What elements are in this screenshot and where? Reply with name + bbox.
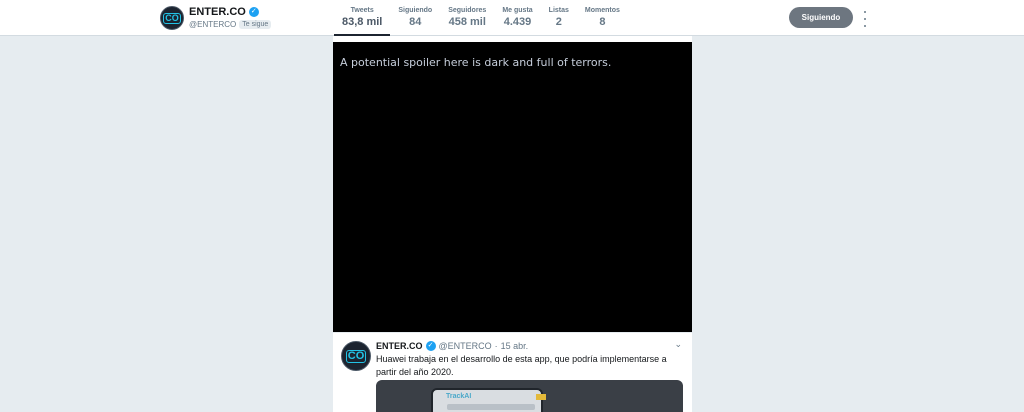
more-dot: [864, 18, 866, 20]
stat-moments[interactable]: Momentos 8: [577, 0, 628, 36]
timeline-column: A potential spoiler here is dark and ful…: [333, 36, 692, 412]
tweet[interactable]: CO ENTER.CO ✓ @ENTERCO · 15 abr. ⌄ Huawe…: [333, 332, 692, 412]
tweet-separator: ·: [494, 341, 498, 351]
spoiler-overlay[interactable]: A potential spoiler here is dark and ful…: [333, 42, 692, 332]
stat-value: 4.439: [503, 16, 532, 28]
stat-value: 83,8 mil: [342, 16, 383, 28]
stat-label: Seguidores: [448, 7, 487, 14]
spoiler-text: A potential spoiler here is dark and ful…: [340, 56, 612, 69]
tweet-text: Huawei trabaja en el desarrollo de esta …: [376, 354, 667, 377]
enterco-logo: CO: [163, 12, 181, 24]
phone-image: TrackAI: [431, 388, 543, 412]
stat-likes[interactable]: Me gusta 4.439: [494, 0, 540, 36]
tweet-author-name[interactable]: ENTER.CO: [376, 341, 423, 351]
tweet-header: ENTER.CO ✓ @ENTERCO · 15 abr.: [376, 341, 528, 351]
stat-tweets[interactable]: Tweets 83,8 mil: [334, 0, 391, 36]
stat-followers[interactable]: Seguidores 458 mil: [440, 0, 494, 36]
stat-label: Me gusta: [502, 7, 533, 14]
following-button[interactable]: Siguiendo: [789, 7, 853, 28]
more-dot: [864, 25, 866, 27]
verified-badge-icon: ✓: [425, 341, 436, 351]
tweet-author-handle[interactable]: @ENTERCO: [439, 341, 492, 351]
stat-value: 8: [599, 16, 606, 28]
profile-avatar[interactable]: CO: [160, 6, 184, 30]
profile-name[interactable]: ENTER.CO ✓: [189, 6, 259, 18]
tweet-avatar[interactable]: CO: [341, 341, 371, 371]
stat-value: 458 mil: [448, 16, 486, 28]
profile-handle: @ENTERCO: [189, 20, 237, 29]
profile-stats: Tweets 83,8 mil Siguiendo 84 Seguidores …: [334, 0, 628, 36]
stat-following[interactable]: Siguiendo 84: [390, 0, 440, 36]
stat-label: Momentos: [584, 7, 620, 14]
profile-nav-bar: CO ENTER.CO ✓ @ENTERCO Te sigue Tweets 8…: [0, 0, 1024, 36]
stat-label: Siguiendo: [398, 7, 433, 14]
stat-label: Tweets: [350, 7, 374, 14]
phone-app-label: TrackAI: [446, 393, 472, 400]
stat-value: 2: [555, 16, 562, 28]
more-dot: [864, 11, 866, 13]
enterco-logo: CO: [345, 349, 367, 363]
phone-screen-tag: [536, 394, 546, 400]
stat-lists[interactable]: Listas 2: [541, 0, 577, 36]
tweet-date[interactable]: 15 abr.: [501, 341, 529, 351]
stat-label: Listas: [548, 7, 569, 14]
profile-handle-row: @ENTERCO Te sigue: [189, 20, 272, 29]
phone-screen-bar: [447, 404, 535, 410]
tweet-media-image[interactable]: TrackAI: [376, 380, 683, 412]
chevron-down-icon[interactable]: ⌄: [674, 339, 682, 350]
profile-name-text: ENTER.CO: [189, 6, 246, 18]
follows-you-badge: Te sigue: [239, 20, 272, 29]
verified-badge-icon: ✓: [248, 7, 259, 17]
stat-value: 84: [409, 16, 422, 28]
more-options-icon[interactable]: [860, 11, 870, 27]
